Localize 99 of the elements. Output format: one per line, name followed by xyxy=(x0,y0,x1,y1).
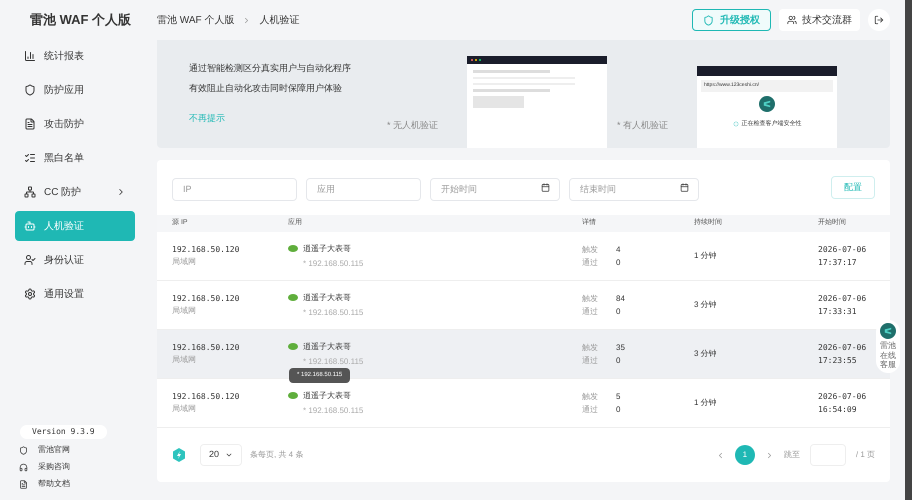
app-host: * 192.168.50.115 xyxy=(302,306,364,318)
detail-label: 触发 xyxy=(582,391,599,403)
detail-label: 触发 xyxy=(582,342,599,354)
shield-logo-icon xyxy=(880,323,896,339)
shield-icon xyxy=(24,84,36,96)
detail-value: 5 xyxy=(616,391,622,403)
list-icon xyxy=(24,152,36,164)
duration: 3 分钟 xyxy=(694,348,718,360)
robot-icon xyxy=(24,220,36,232)
start-date: 2026-07-06 xyxy=(818,391,868,403)
app-icon xyxy=(288,343,298,350)
network-label: 局域网 xyxy=(172,354,197,366)
page-summary: 条每页, 共 4 条 xyxy=(250,449,304,461)
network-icon xyxy=(24,186,36,198)
ip-address: 192.168.50.120 xyxy=(172,391,240,403)
app-name: 逍遥子大表哥 xyxy=(303,340,351,352)
app-host: * 192.168.50.115 xyxy=(302,356,364,368)
calendar-icon xyxy=(680,183,689,192)
sidebar-item[interactable]: 黑白名单 xyxy=(15,143,135,173)
app-host: * 192.168.50.115 xyxy=(302,404,364,416)
detail-label: 通过 xyxy=(582,355,599,367)
sidebar-item[interactable]: 通用设置 xyxy=(15,279,135,309)
app-icon xyxy=(288,392,298,399)
network-label: 局域网 xyxy=(172,256,197,268)
detail-label: 通过 xyxy=(582,404,599,416)
detail-value: 4 xyxy=(616,244,622,256)
start-date: 2026-07-06 xyxy=(818,342,868,354)
shield-icon xyxy=(703,14,714,26)
detail-value: 0 xyxy=(616,355,622,367)
start-time: 17:23:55 xyxy=(818,355,858,367)
breadcrumb-item: 人机验证 xyxy=(259,14,300,28)
logout-button[interactable] xyxy=(868,9,890,31)
app-name: 逍遥子大表哥 xyxy=(303,390,351,402)
duration: 1 分钟 xyxy=(694,250,718,262)
support-widget[interactable]: 雷池在线客服 xyxy=(876,320,900,373)
date-field[interactable]: 结束时间 xyxy=(569,178,699,200)
document-icon xyxy=(19,480,28,488)
headset-icon xyxy=(19,462,28,472)
calendar-icon xyxy=(541,183,550,192)
page-size-select[interactable]: 20 xyxy=(200,444,242,466)
sidebar-item[interactable]: CC 防护 xyxy=(15,177,135,207)
ip-address: 192.168.50.120 xyxy=(172,342,240,354)
duration: 1 分钟 xyxy=(694,397,718,409)
footer-link[interactable]: 帮助文档 xyxy=(19,478,131,490)
network-label: 局域网 xyxy=(172,403,197,415)
input-field[interactable]: 应用 xyxy=(306,178,421,200)
start-time: 16:54:09 xyxy=(818,404,858,416)
scrollbar[interactable] xyxy=(905,0,912,500)
start-time: 17:37:17 xyxy=(818,257,858,269)
caption: * 有人机验证 xyxy=(617,118,668,132)
detail-value: 0 xyxy=(616,257,622,269)
app-name: 逍遥子大表哥 xyxy=(303,242,351,254)
detail-label: 通过 xyxy=(582,257,599,269)
shield-icon xyxy=(19,446,28,454)
detail-label: 触发 xyxy=(582,293,599,305)
logo-icon xyxy=(172,448,186,462)
network-label: 局域网 xyxy=(172,305,197,317)
jump-label: 跳至 xyxy=(784,449,800,461)
sidebar-item[interactable]: 防护应用 xyxy=(15,75,135,105)
start-date: 2026-07-06 xyxy=(818,293,868,305)
spinner-icon xyxy=(732,121,738,127)
banner-text: 有效阻止自动化攻击同时保障用户体验 xyxy=(189,82,343,95)
total-pages: / 1 页 xyxy=(856,449,875,461)
shield-logo-icon xyxy=(759,96,775,112)
bar-chart-icon xyxy=(24,50,36,62)
app-name: 逍遥子大表哥 xyxy=(303,292,351,304)
app-host: * 192.168.50.115 xyxy=(302,258,364,270)
date-field[interactable]: 开始时间 xyxy=(430,178,560,200)
detail-label: 触发 xyxy=(582,244,599,256)
user-icon xyxy=(24,254,36,266)
duration: 3 分钟 xyxy=(694,299,718,311)
app-icon xyxy=(288,245,298,252)
detail-value: 0 xyxy=(616,404,622,416)
sidebar-item[interactable]: 攻击防护 xyxy=(15,109,135,139)
detail-value: 84 xyxy=(616,293,626,305)
version-label: Version 9.3.9 xyxy=(20,425,107,439)
logout-icon xyxy=(874,15,884,25)
caret-icon xyxy=(225,451,234,459)
detail-label: 通过 xyxy=(582,306,599,318)
ip-address: 192.168.50.120 xyxy=(172,293,240,305)
input-field[interactable]: IP xyxy=(172,178,297,200)
ip-address: 192.168.50.120 xyxy=(172,244,240,256)
detail-value: 0 xyxy=(616,306,622,318)
start-date: 2026-07-06 xyxy=(818,244,868,256)
detail-value: 35 xyxy=(616,342,626,354)
caption: * 无人机验证 xyxy=(387,118,438,132)
app-title: 雷池 WAF 个人版 xyxy=(30,11,132,30)
banner-text: 通过智能检测区分真实用户与自动化程序 xyxy=(189,62,352,75)
app-icon xyxy=(288,294,298,301)
breadcrumb-item[interactable]: 雷池 WAF 个人版 xyxy=(157,12,234,28)
community-button[interactable]: 技术交流群 xyxy=(779,9,860,31)
settings-icon xyxy=(24,288,36,300)
document-icon xyxy=(24,118,36,130)
people-icon xyxy=(787,15,797,25)
sidebar-item[interactable]: 身份认证 xyxy=(15,245,135,275)
start-time: 17:33:31 xyxy=(818,306,858,318)
footer-link[interactable]: 采购咨询 xyxy=(19,461,131,473)
footer-link[interactable]: 雷池官网 xyxy=(19,444,131,456)
sidebar-item[interactable]: 统计报表 xyxy=(15,41,135,71)
